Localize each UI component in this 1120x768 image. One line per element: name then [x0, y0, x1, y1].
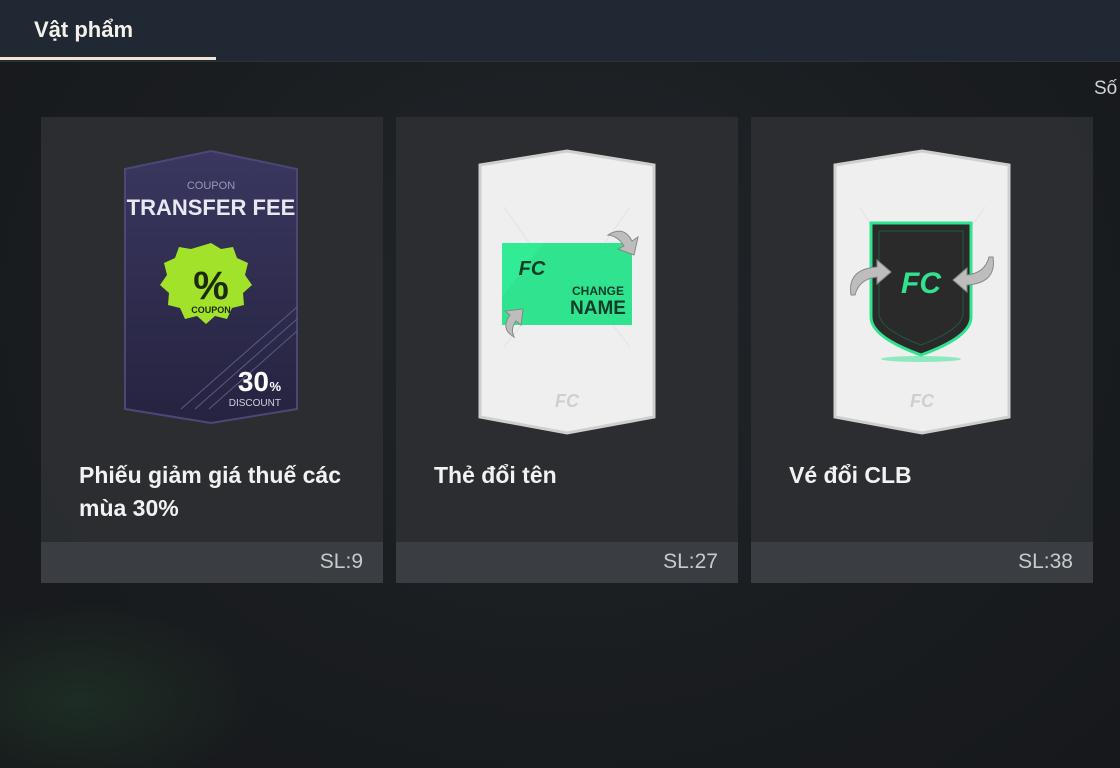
item-name: Thẻ đổi tên — [434, 462, 557, 488]
transfer-fee-coupon-image: COUPON TRANSFER FEE % COUPON 30 % DISCOU… — [124, 149, 298, 425]
coupon-label: COUPON — [187, 180, 235, 192]
fc-logo-icon: FC — [519, 258, 546, 280]
change-name-card-image: FC CHANGE NAME FC — [478, 149, 656, 435]
club-change-card-image: FC FC — [833, 149, 1011, 435]
item-quantity: SL:38 — [1018, 550, 1073, 573]
item-card-club-change[interactable]: FC FC Vé đổi CLB SL:38 — [751, 117, 1093, 583]
item-quantity: SL:9 — [319, 550, 363, 573]
tab-items-label: Vật phẩm — [34, 17, 134, 42]
coupon-title: TRANSFER FEE — [127, 195, 296, 220]
sort-label[interactable]: Số — [1094, 78, 1117, 100]
discount-label: DISCOUNT — [229, 398, 281, 409]
discount-value: 30 — [238, 366, 269, 397]
item-footer: SL:27 — [396, 542, 738, 583]
tab-items[interactable]: Vật phẩm — [0, 0, 216, 60]
item-name: Phiếu giảm giá thuế các mùa 30% — [79, 462, 342, 521]
top-bar: Vật phẩm — [0, 0, 1120, 62]
badge-label: COUPON — [191, 305, 231, 315]
fc-watermark-icon: FC — [910, 391, 935, 411]
discount-unit: % — [269, 379, 281, 394]
item-card-transfer-coupon[interactable]: COUPON TRANSFER FEE % COUPON 30 % DISCOU… — [41, 117, 383, 583]
item-footer: SL:38 — [751, 542, 1093, 583]
item-quantity: SL:27 — [663, 550, 718, 573]
background-glow — [0, 600, 260, 768]
item-footer: SL:9 — [41, 542, 383, 583]
item-name: Vé đổi CLB — [789, 462, 912, 488]
fc-watermark-icon: FC — [555, 391, 580, 411]
name-label: NAME — [570, 298, 626, 319]
percent-icon: % — [193, 264, 229, 308]
change-label: CHANGE — [572, 284, 624, 298]
item-card-change-name[interactable]: FC CHANGE NAME FC Thẻ đổi tên SL:27 — [396, 117, 738, 583]
fc-logo-icon: FC — [901, 267, 942, 300]
tab-active-indicator — [0, 57, 216, 60]
